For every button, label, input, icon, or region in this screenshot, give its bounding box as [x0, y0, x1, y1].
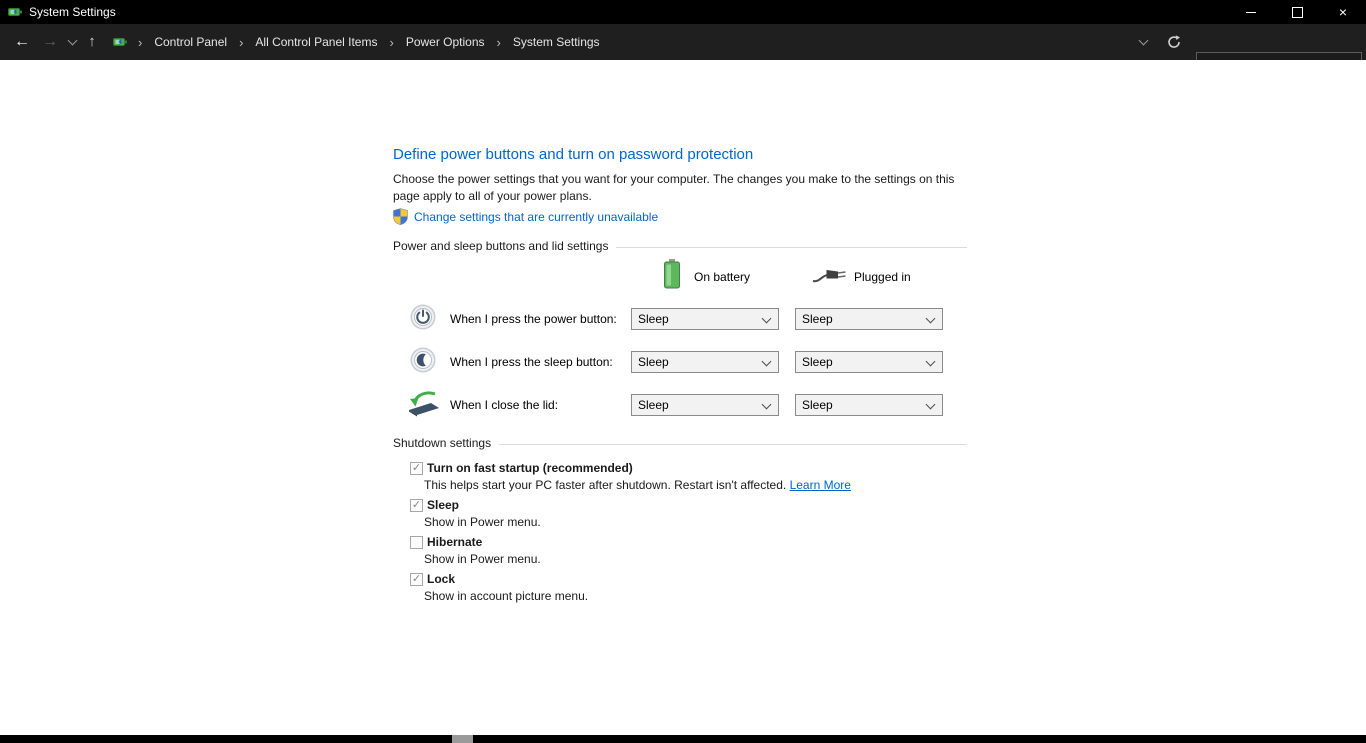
power-section-header: Power and sleep buttons and lid settings [393, 239, 967, 253]
lock-label: Lock [427, 572, 456, 586]
lock-checkbox[interactable]: ✓ [410, 573, 423, 586]
power-button-icon [410, 304, 436, 335]
chevron-down-icon [67, 35, 77, 46]
section-divider [499, 443, 967, 445]
taskbar-edge-strip [0, 735, 1366, 743]
hibernate-label: Hibernate [427, 535, 483, 549]
power-button-on-battery-select[interactable]: Sleep [631, 308, 779, 330]
close-lid-on-battery-select[interactable]: Sleep [631, 394, 779, 416]
taskbar-notch [452, 735, 473, 743]
recent-pages-button[interactable] [62, 24, 82, 60]
address-dropdown-button[interactable] [1132, 24, 1154, 60]
fast-startup-checkbox[interactable]: ✓ [410, 462, 423, 475]
sleep-button-on-battery-select[interactable]: Sleep [631, 351, 779, 373]
combo-value: Sleep [802, 355, 833, 369]
shutdown-section-header: Shutdown settings [393, 436, 967, 450]
up-button[interactable]: ↑ [80, 24, 104, 60]
refresh-icon [1167, 35, 1181, 49]
up-arrow-icon: ↑ [88, 33, 96, 50]
combo-value: Sleep [638, 355, 669, 369]
breadcrumb-control-panel[interactable]: Control Panel [152, 33, 229, 51]
section-divider [616, 246, 967, 248]
uac-shield-icon [393, 208, 408, 225]
sleep-checkbox[interactable]: ✓ [410, 499, 423, 512]
laptop-lid-icon [406, 390, 442, 422]
navigation-bar: ← → ↑ › Control Panel › All Control Pane [0, 24, 1366, 79]
close-button[interactable]: × [1320, 0, 1366, 24]
power-section-heading: Power and sleep buttons and lid settings [393, 239, 609, 253]
sleep-button-plugged-in-select[interactable]: Sleep [795, 351, 943, 373]
breadcrumb-separator-icon: › [389, 34, 394, 50]
on-battery-column-label: On battery [694, 270, 751, 284]
chevron-down-icon [761, 356, 772, 367]
power-button-row-label: When I press the power button: [450, 312, 617, 326]
battery-icon [663, 259, 681, 294]
fast-startup-label: Turn on fast startup (recommended) [427, 461, 633, 475]
combo-value: Sleep [638, 398, 669, 412]
breadcrumb-all-control-panel-items[interactable]: All Control Panel Items [253, 33, 379, 51]
forward-button[interactable]: → [36, 24, 64, 60]
fast-startup-description: This helps start your PC faster after sh… [424, 478, 851, 492]
admin-link-row: Change settings that are currently unava… [393, 208, 658, 225]
intro-text: Choose the power settings that you want … [393, 172, 955, 203]
close-lid-plugged-in-select[interactable]: Sleep [795, 394, 943, 416]
power-options-app-icon [7, 4, 23, 20]
breadcrumb-separator-icon: › [138, 34, 143, 50]
breadcrumb-system-settings[interactable]: System Settings [511, 33, 602, 51]
page-title: Define power buttons and turn on passwor… [393, 146, 754, 163]
breadcrumb-separator-icon: › [496, 34, 501, 50]
combo-value: Sleep [802, 398, 833, 412]
minimize-button[interactable] [1228, 0, 1274, 24]
window-title: System Settings [29, 5, 116, 19]
chevron-down-icon [925, 356, 936, 367]
maximize-button[interactable] [1274, 0, 1320, 24]
minimize-icon [1246, 11, 1256, 13]
plug-icon [812, 265, 848, 288]
hibernate-checkbox[interactable] [410, 536, 423, 549]
combo-value: Sleep [638, 312, 669, 326]
chevron-down-icon [761, 313, 772, 324]
shutdown-section-heading: Shutdown settings [393, 436, 492, 450]
title-bar: System Settings × [0, 0, 1366, 24]
back-arrow-icon: ← [14, 33, 30, 50]
chevron-down-icon [1138, 35, 1148, 46]
hibernate-description: Show in Power menu. [424, 552, 541, 566]
back-button[interactable]: ← [8, 24, 36, 60]
fast-startup-description-text: This helps start your PC faster after sh… [424, 478, 787, 492]
plugged-in-column-label: Plugged in [854, 270, 911, 284]
address-bar-app-icon[interactable] [112, 34, 128, 50]
chevron-down-icon [925, 399, 936, 410]
lock-description: Show in account picture menu. [424, 589, 589, 603]
power-button-plugged-in-select[interactable]: Sleep [795, 308, 943, 330]
sleep-description: Show in Power menu. [424, 515, 541, 529]
combo-value: Sleep [802, 312, 833, 326]
breadcrumb: › Control Panel › All Control Panel Item… [112, 24, 602, 60]
sleep-button-row-label: When I press the sleep button: [450, 355, 613, 369]
main-content: Define power buttons and turn on passwor… [0, 60, 1366, 735]
sleep-label: Sleep [427, 498, 460, 512]
close-lid-row-label: When I close the lid: [450, 398, 559, 412]
change-unavailable-settings-link[interactable]: Change settings that are currently unava… [414, 210, 658, 224]
maximize-icon [1291, 6, 1303, 18]
forward-arrow-icon: → [42, 33, 58, 50]
learn-more-link[interactable]: Learn More [790, 478, 851, 492]
chevron-down-icon [925, 313, 936, 324]
chevron-down-icon [761, 399, 772, 410]
sleep-button-icon [410, 347, 436, 378]
breadcrumb-power-options[interactable]: Power Options [404, 33, 487, 51]
refresh-button[interactable] [1162, 24, 1186, 60]
close-icon: × [1338, 4, 1348, 20]
breadcrumb-separator-icon: › [239, 34, 244, 50]
system-settings-window: System Settings × ← → ↑ › Control Panel … [0, 0, 1366, 743]
